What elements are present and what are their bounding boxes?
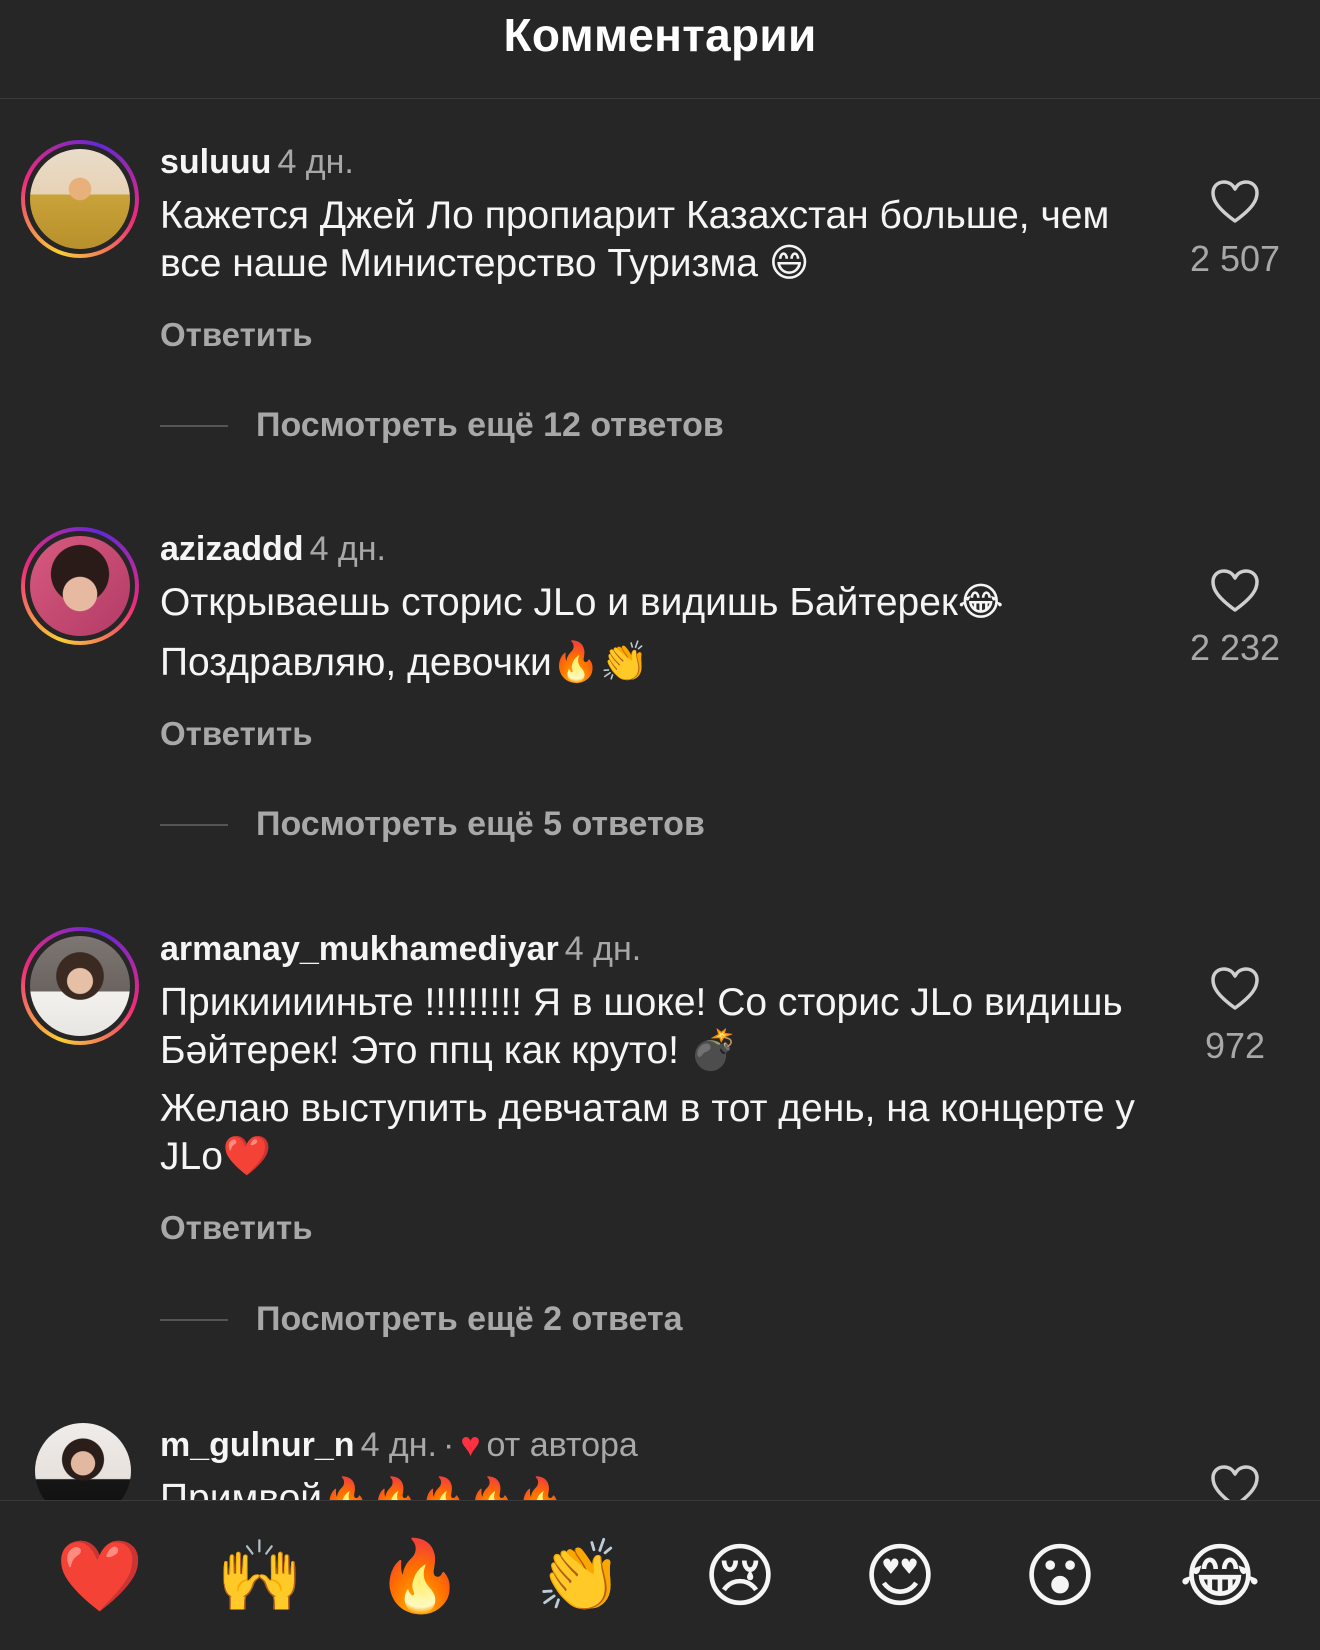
heart-outline-icon[interactable]: [1195, 569, 1275, 613]
avatar: [30, 149, 130, 249]
like-control: 972: [1195, 967, 1275, 1067]
emoji-heart-eyes-button[interactable]: 😍: [845, 1541, 955, 1611]
view-more-replies-label: Посмотреть ещё 5 ответов: [256, 805, 705, 843]
author-like-label: от автора: [486, 1426, 638, 1464]
view-more-replies-label: Посмотреть ещё 2 ответа: [256, 1300, 683, 1338]
reply-button[interactable]: Ответить: [160, 715, 1140, 753]
avatar-story-ring[interactable]: [21, 140, 139, 258]
avatar-story-ring[interactable]: [21, 927, 139, 1045]
comment-time: 4 дн.: [360, 1426, 437, 1464]
view-more-replies[interactable]: Посмотреть ещё 12 ответов: [160, 406, 724, 445]
separator-dot: ·: [443, 1426, 455, 1464]
like-control: 2 232: [1190, 569, 1280, 669]
emoji-fire-button[interactable]: 🔥: [365, 1541, 475, 1611]
like-control: 2 507: [1190, 180, 1280, 280]
header: Комментарии: [0, 0, 1320, 99]
heart-outline-icon[interactable]: [1195, 967, 1275, 1011]
view-more-replies[interactable]: Посмотреть ещё 5 ответов: [160, 805, 705, 844]
comment-text: Прикииииньте !!!!!!!!! Я в шоке! Со стор…: [160, 979, 1140, 1181]
avatar: [30, 536, 130, 636]
reply-button[interactable]: Ответить: [160, 316, 1140, 354]
avatar: [30, 936, 130, 1036]
divider: [160, 424, 228, 427]
comment-time: 4 дн.: [277, 143, 354, 181]
comment-text: Открываешь сторис JLo и видишь Байтерек😂…: [160, 579, 1140, 687]
reply-button[interactable]: Ответить: [160, 1209, 1140, 1247]
comment-text-line: Открываешь сторис JLo и видишь Байтерек😂: [160, 581, 1004, 624]
comment-text-line: Поздравляю, девочки🔥👏: [160, 641, 649, 684]
avatar-story-ring[interactable]: [21, 527, 139, 645]
divider: [160, 1318, 228, 1321]
like-count: 972: [1204, 1025, 1266, 1066]
divider: [160, 823, 228, 826]
like-count: 2 232: [1189, 627, 1281, 668]
comment-text-line: Кажется Джей Ло пропиарит Казахстан боль…: [160, 194, 1110, 285]
username[interactable]: suluuu: [160, 143, 271, 181]
comment-time: 4 дн.: [564, 930, 642, 968]
emoji-crying-button[interactable]: 😢: [685, 1541, 795, 1611]
emoji-laughing-button[interactable]: 😂: [1165, 1541, 1275, 1611]
username[interactable]: azizaddd: [160, 530, 304, 568]
heart-outline-icon[interactable]: [1195, 180, 1275, 224]
emoji-raised-hands-button[interactable]: 🙌: [205, 1541, 315, 1611]
username[interactable]: armanay_mukhamediyar: [160, 930, 559, 968]
emoji-reaction-bar: ❤️ 🙌 🔥 👏 😢 😍 😮 😂: [0, 1500, 1320, 1650]
emoji-surprised-button[interactable]: 😮: [1005, 1541, 1115, 1611]
like-count: 2 507: [1189, 238, 1281, 279]
username[interactable]: m_gulnur_n: [160, 1426, 355, 1464]
comment-text-line: Желаю выступить девчатам в тот день, на …: [160, 1087, 1135, 1178]
comment-time: 4 дн.: [309, 530, 386, 568]
comment-text-line: Прикииииньте !!!!!!!!! Я в шоке! Со стор…: [160, 981, 1123, 1072]
emoji-clap-button[interactable]: 👏: [525, 1541, 635, 1611]
view-more-replies-label: Посмотреть ещё 12 ответов: [256, 406, 724, 444]
page-title: Комментарии: [503, 9, 817, 61]
comment-text: Кажется Джей Ло пропиарит Казахстан боль…: [160, 192, 1140, 288]
heart-filled-icon: ♥: [460, 1426, 481, 1464]
emoji-heart-button[interactable]: ❤️: [45, 1541, 155, 1611]
view-more-replies[interactable]: Посмотреть ещё 2 ответа: [160, 1300, 683, 1339]
